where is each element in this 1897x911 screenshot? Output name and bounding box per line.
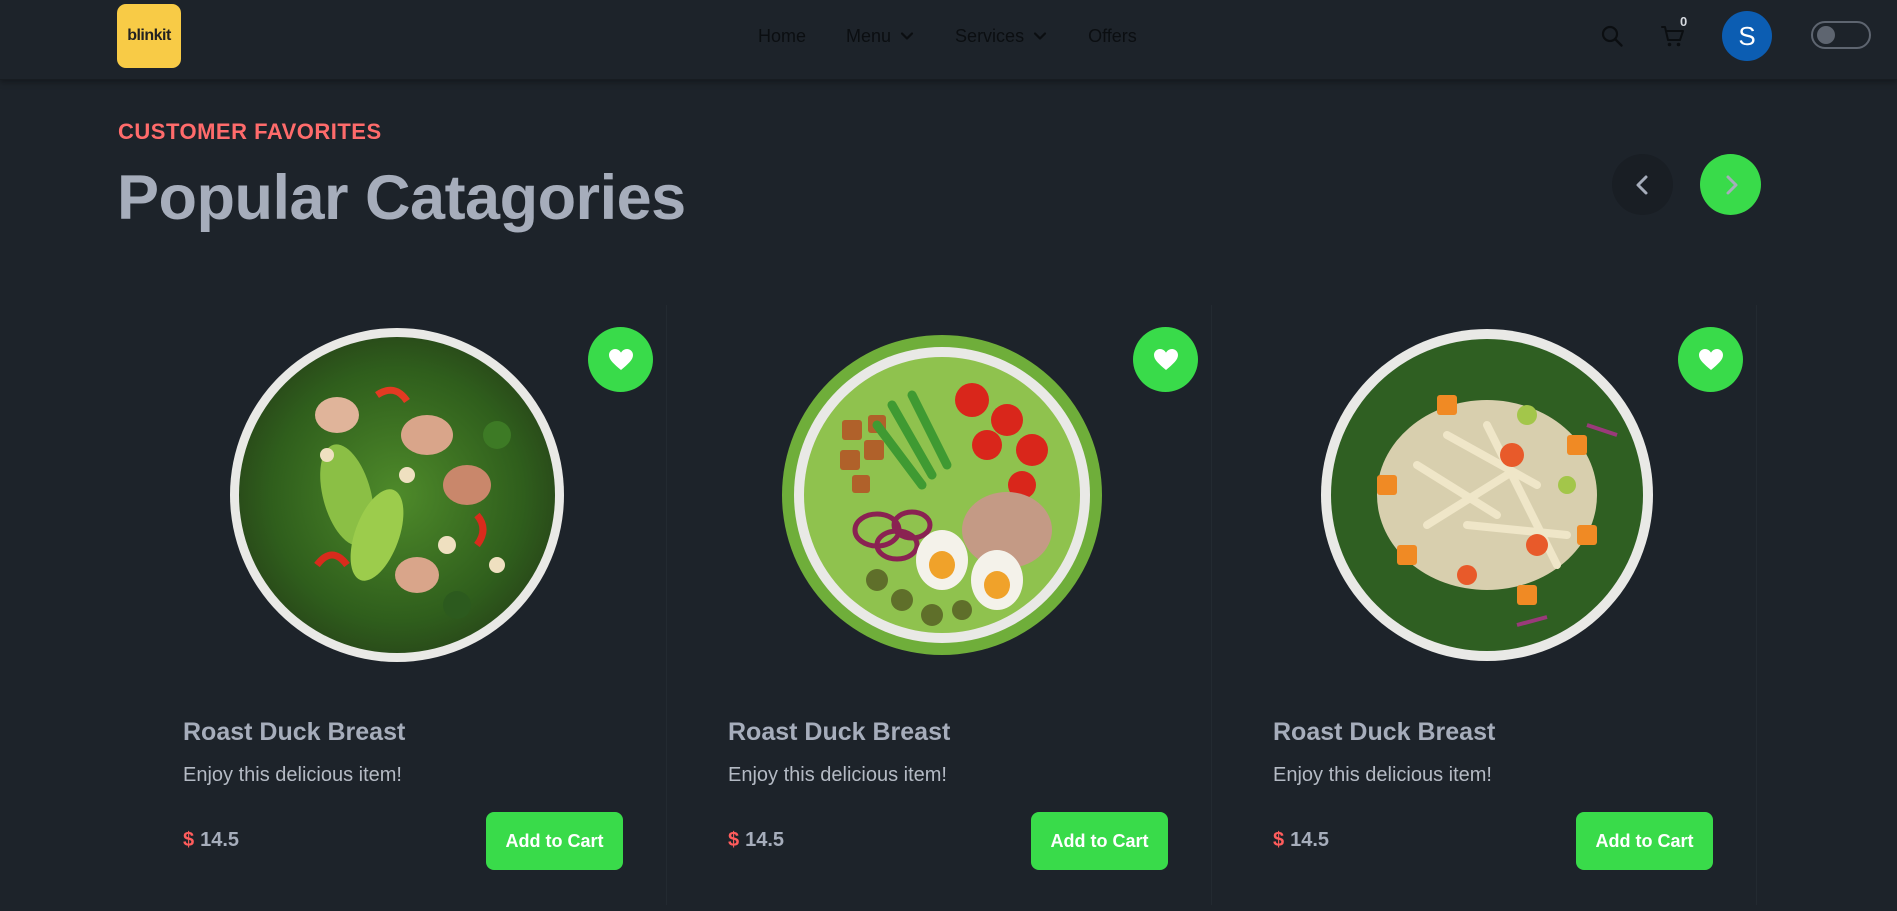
product-card[interactable]: Roast Duck Breast Enjoy this delicious i… — [1237, 305, 1757, 905]
heart-icon — [1153, 348, 1178, 370]
price-value: 14.5 — [200, 829, 240, 851]
navbar: blinkit Home Menu Services Offers 0 S — [0, 0, 1897, 80]
chevron-down-icon — [1033, 32, 1047, 40]
currency-symbol: $ — [728, 829, 740, 851]
card-description: Enjoy this delicious item! — [183, 764, 402, 786]
card-description: Enjoy this delicious item! — [728, 764, 947, 786]
card-description: Enjoy this delicious item! — [1273, 764, 1492, 786]
favorite-button[interactable] — [588, 327, 653, 392]
add-to-cart-button[interactable]: Add to Cart — [486, 812, 623, 870]
price-value: 14.5 — [1290, 829, 1330, 851]
carousel-next-button[interactable] — [1700, 154, 1761, 215]
card-title: Roast Duck Breast — [183, 718, 406, 746]
add-to-cart-button[interactable]: Add to Cart — [1031, 812, 1168, 870]
search-icon[interactable] — [1600, 24, 1624, 48]
main-nav: Home Menu Services Offers — [758, 24, 1177, 48]
nav-offers-label: Offers — [1088, 25, 1137, 46]
section-title: Popular Catagories — [117, 163, 686, 233]
avatar-initial: S — [1738, 20, 1756, 51]
cart-count-badge: 0 — [1680, 14, 1688, 29]
carousel-prev-button[interactable] — [1612, 154, 1673, 215]
product-card[interactable]: Roast Duck Breast Enjoy this delicious i… — [147, 305, 667, 905]
card-price: $14.5 — [1273, 829, 1329, 852]
nav-menu[interactable]: Menu — [846, 26, 915, 47]
nav-offers[interactable]: Offers — [1088, 26, 1137, 47]
logo-text: blinkit — [127, 27, 171, 44]
card-title: Roast Duck Breast — [1273, 718, 1496, 746]
heart-icon — [1698, 348, 1723, 370]
chevron-down-icon — [900, 32, 914, 40]
price-value: 14.5 — [745, 829, 785, 851]
toggle-knob — [1817, 26, 1835, 44]
theme-toggle[interactable] — [1811, 21, 1871, 49]
favorite-button[interactable] — [1133, 327, 1198, 392]
heart-icon — [608, 348, 633, 370]
nicoise-salad-image — [782, 335, 1102, 655]
favorite-button[interactable] — [1678, 327, 1743, 392]
currency-symbol: $ — [1273, 829, 1285, 851]
card-price: $14.5 — [183, 829, 239, 852]
nav-home-label: Home — [758, 25, 807, 46]
user-avatar[interactable]: S — [1722, 11, 1772, 61]
card-title: Roast Duck Breast — [728, 718, 951, 746]
blinkit-logo[interactable]: blinkit — [117, 4, 181, 68]
chevron-left-icon — [1636, 175, 1647, 194]
chicken-squash-salad-image — [1321, 329, 1653, 661]
product-card[interactable]: Roast Duck Breast Enjoy this delicious i… — [692, 305, 1212, 905]
nav-services-label: Services — [955, 25, 1025, 46]
nav-menu-label: Menu — [846, 25, 892, 46]
currency-symbol: $ — [183, 829, 195, 851]
add-to-cart-button[interactable]: Add to Cart — [1576, 812, 1713, 870]
chevron-right-icon — [1726, 175, 1737, 194]
card-price: $14.5 — [728, 829, 784, 852]
nav-home[interactable]: Home — [758, 26, 806, 47]
nav-services[interactable]: Services — [955, 26, 1048, 47]
chicken-avocado-salad-image — [230, 328, 564, 662]
section-eyebrow: CUSTOMER FAVORITES — [118, 119, 382, 144]
